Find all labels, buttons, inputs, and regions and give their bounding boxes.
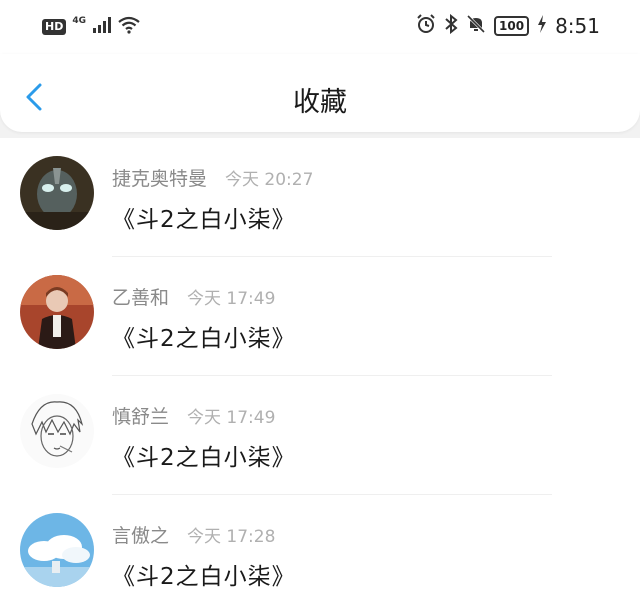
book-title[interactable]: 《斗2之白小柒》 [112,200,296,234]
avatar-sky-clouds [20,513,94,587]
item-meta: 言傲之 今天 17:28 [112,521,275,548]
charging-icon [537,15,547,37]
book-title[interactable]: 《斗2之白小柒》 [112,319,296,353]
avatar-portrait-red [20,275,94,349]
status-bar: HD 4G 100 8:51 [0,0,640,54]
bluetooth-icon [444,13,458,38]
status-right: 100 8:51 [416,13,600,38]
user-name[interactable]: 慎舒兰 [112,402,169,429]
avatar[interactable] [20,156,94,230]
alarm-icon [416,14,436,38]
item-meta: 捷克奥特曼 今天 20:27 [112,164,313,191]
hd-badge: HD [42,19,67,35]
avatar[interactable] [20,275,94,349]
status-left: HD 4G [42,16,140,38]
avatar-sketch [20,394,94,468]
signal-icon [92,17,112,37]
item-meta: 慎舒兰 今天 17:49 [112,402,275,429]
timestamp: 今天 20:27 [225,170,314,190]
favorites-list: 捷克奥特曼 今天 20:27 《斗2之白小柒》 乙善和 今天 17:49 《斗2… [0,138,640,614]
favorite-item[interactable]: 言傲之 今天 17:28 《斗2之白小柒》 [0,495,640,614]
user-name[interactable]: 乙善和 [112,283,169,310]
network-type: 4G [72,16,86,26]
avatar-ultraman [20,156,94,230]
favorite-item[interactable]: 捷克奥特曼 今天 20:27 《斗2之白小柒》 [0,138,640,257]
user-name[interactable]: 言傲之 [112,521,169,548]
avatar[interactable] [20,394,94,468]
book-title[interactable]: 《斗2之白小柒》 [112,557,296,591]
battery-indicator: 100 [494,16,530,36]
page-title: 收藏 [293,87,347,118]
avatar[interactable] [20,513,94,587]
timestamp: 今天 17:49 [187,408,276,428]
nav-header: 收藏 [0,54,640,132]
timestamp: 今天 17:49 [187,289,276,309]
user-name[interactable]: 捷克奥特曼 [112,164,207,191]
mute-icon [466,14,486,38]
timestamp: 今天 17:28 [187,527,276,547]
favorite-item[interactable]: 乙善和 今天 17:49 《斗2之白小柒》 [0,257,640,376]
clock: 8:51 [555,14,600,38]
favorite-item[interactable]: 慎舒兰 今天 17:49 《斗2之白小柒》 [0,376,640,495]
book-title[interactable]: 《斗2之白小柒》 [112,438,296,472]
wifi-icon [118,16,140,38]
item-meta: 乙善和 今天 17:49 [112,283,275,310]
